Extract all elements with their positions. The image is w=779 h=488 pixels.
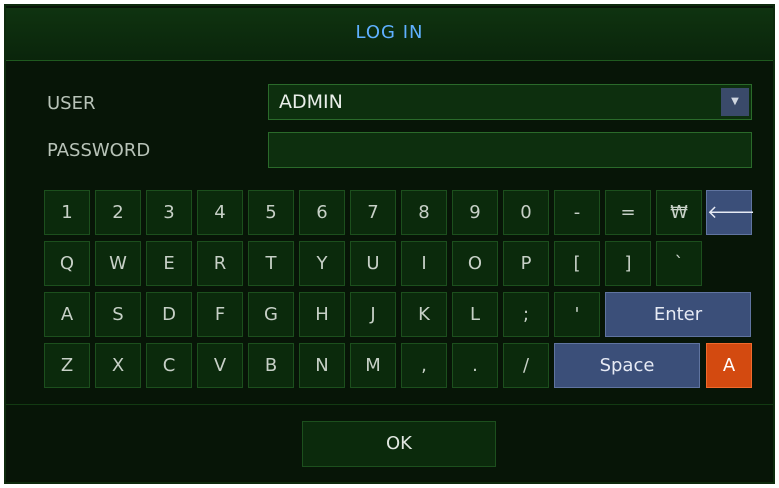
key[interactable]: Q	[44, 241, 90, 286]
key[interactable]: M	[350, 343, 396, 388]
key[interactable]: '	[554, 292, 600, 337]
key[interactable]: ]	[605, 241, 651, 286]
user-value: ADMIN	[279, 91, 343, 113]
key[interactable]: ₩	[656, 190, 702, 235]
space-key[interactable]: Space	[554, 343, 700, 388]
dialog-title: LOG IN	[355, 22, 424, 43]
key[interactable]: F	[197, 292, 243, 337]
key[interactable]: S	[95, 292, 141, 337]
key[interactable]: [	[554, 241, 600, 286]
password-label: PASSWORD	[47, 140, 151, 161]
key[interactable]: ,	[401, 343, 447, 388]
enter-key[interactable]: Enter	[605, 292, 751, 337]
key[interactable]: 6	[299, 190, 345, 235]
key[interactable]: V	[197, 343, 243, 388]
key[interactable]: O	[452, 241, 498, 286]
key[interactable]: /	[503, 343, 549, 388]
key[interactable]: =	[605, 190, 651, 235]
key[interactable]: 0	[503, 190, 549, 235]
key[interactable]: L	[452, 292, 498, 337]
password-field[interactable]	[268, 132, 752, 168]
key[interactable]: -	[554, 190, 600, 235]
key[interactable]: C	[146, 343, 192, 388]
chevron-down-icon[interactable]: ▼	[721, 88, 749, 116]
key[interactable]: 5	[248, 190, 294, 235]
key[interactable]: B	[248, 343, 294, 388]
key[interactable]: 1	[44, 190, 90, 235]
key[interactable]: E	[146, 241, 192, 286]
key[interactable]: 9	[452, 190, 498, 235]
key[interactable]: 7	[350, 190, 396, 235]
key[interactable]: T	[248, 241, 294, 286]
key[interactable]: N	[299, 343, 345, 388]
key[interactable]: `	[656, 241, 702, 286]
key[interactable]: 4	[197, 190, 243, 235]
key[interactable]: G	[248, 292, 294, 337]
key[interactable]: W	[95, 241, 141, 286]
key[interactable]: 3	[146, 190, 192, 235]
key[interactable]: D	[146, 292, 192, 337]
key[interactable]: P	[503, 241, 549, 286]
ok-button[interactable]: OK	[302, 421, 496, 467]
key[interactable]: Z	[44, 343, 90, 388]
key[interactable]: Y	[299, 241, 345, 286]
key[interactable]: X	[95, 343, 141, 388]
key[interactable]: 2	[95, 190, 141, 235]
user-label: USER	[47, 93, 96, 114]
backspace-key[interactable]: 🡐	[706, 190, 756, 235]
title-bar: LOG IN	[6, 8, 773, 61]
key[interactable]: U	[350, 241, 396, 286]
key[interactable]: A	[44, 292, 90, 337]
key[interactable]: I	[401, 241, 447, 286]
key[interactable]: ;	[503, 292, 549, 337]
key[interactable]: .	[452, 343, 498, 388]
case-toggle-key[interactable]: A	[706, 343, 752, 388]
key[interactable]: K	[401, 292, 447, 337]
user-select[interactable]: ADMIN ▼	[268, 84, 752, 120]
key[interactable]: R	[197, 241, 243, 286]
arrow-left-icon: 🡐	[707, 202, 756, 223]
key[interactable]: H	[299, 292, 345, 337]
key[interactable]: 8	[401, 190, 447, 235]
key[interactable]: J	[350, 292, 396, 337]
